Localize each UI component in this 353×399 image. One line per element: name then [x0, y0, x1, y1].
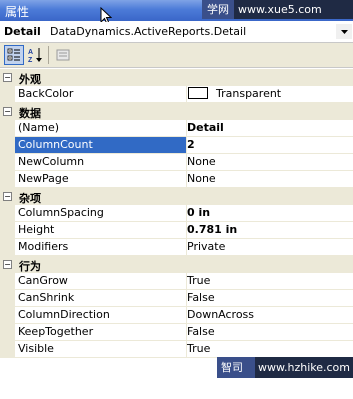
property-name[interactable]: CanGrow	[15, 273, 187, 290]
category-label: 数据	[19, 107, 41, 120]
categorized-button[interactable]	[4, 45, 24, 65]
category-label: 杂项	[19, 192, 41, 205]
property-value[interactable]: True	[184, 273, 353, 290]
property-grid: − 外观 BackColor Transparent − 数据 (Name) D…	[0, 69, 353, 378]
category-row[interactable]: − 外观	[0, 69, 353, 86]
property-row[interactable]: CanGrow True	[0, 273, 353, 290]
property-name[interactable]: Modifiers	[15, 239, 187, 256]
object-name: Detail	[4, 25, 41, 38]
property-name[interactable]: BackColor	[15, 86, 187, 103]
category-label: 行为	[19, 260, 41, 273]
window-title: 属性	[5, 5, 30, 19]
property-row[interactable]: Modifiers Private	[0, 239, 353, 256]
property-name[interactable]: NewColumn	[15, 154, 187, 171]
property-row[interactable]: ColumnDirection DownAcross	[0, 307, 353, 324]
property-toolbar: A Z	[0, 43, 353, 68]
categorized-icon	[7, 48, 20, 61]
alphabetical-icon: A Z	[28, 48, 42, 63]
property-name[interactable]: Height	[15, 222, 187, 239]
category-row[interactable]: − 数据	[0, 103, 353, 120]
property-row[interactable]: NewPage None	[0, 171, 353, 188]
property-value[interactable]: None	[184, 171, 353, 188]
property-row[interactable]: ColumnSpacing 0 in	[0, 205, 353, 222]
property-value[interactable]: False	[184, 324, 353, 341]
property-value[interactable]: 0.781 in	[184, 222, 353, 239]
object-selector[interactable]: Detail DataDynamics.ActiveReports.Detail	[0, 22, 353, 43]
category-row[interactable]: − 杂项	[0, 188, 353, 205]
svg-text:Z: Z	[28, 57, 33, 63]
property-row[interactable]: (Name) Detail	[0, 120, 353, 137]
watermark-url: www.hzhike.com	[258, 361, 350, 374]
property-value[interactable]: True	[184, 341, 353, 358]
dropdown-arrow-icon[interactable]	[336, 24, 352, 39]
property-value[interactable]: Private	[184, 239, 353, 256]
watermark-site: 学网	[202, 0, 234, 19]
property-row[interactable]: CanShrink False	[0, 290, 353, 307]
property-name[interactable]: KeepTogether	[15, 324, 187, 341]
property-row[interactable]: Visible True	[0, 341, 353, 358]
property-value[interactable]: Transparent	[184, 86, 353, 103]
property-value[interactable]: None	[184, 154, 353, 171]
collapse-icon[interactable]: −	[3, 73, 12, 82]
collapse-icon[interactable]: −	[3, 260, 12, 269]
property-pages-icon	[56, 49, 70, 61]
alphabetical-button[interactable]: A Z	[26, 45, 46, 65]
object-type: DataDynamics.ActiveReports.Detail	[50, 25, 247, 38]
collapse-icon[interactable]: −	[3, 107, 12, 116]
property-value[interactable]: Detail	[184, 120, 353, 137]
property-row[interactable]: BackColor Transparent	[0, 86, 353, 103]
property-value-text: Transparent	[216, 87, 282, 100]
property-row-selected[interactable]: ColumnCount 2	[0, 137, 353, 154]
property-value[interactable]: False	[184, 290, 353, 307]
category-row[interactable]: − 行为	[0, 256, 353, 273]
watermark-top: 学网 www.xue5.com	[202, 0, 353, 19]
collapse-icon[interactable]: −	[3, 192, 12, 201]
property-name[interactable]: Visible	[15, 341, 187, 358]
property-name[interactable]: CanShrink	[15, 290, 187, 307]
property-value[interactable]: DownAcross	[184, 307, 353, 324]
property-row[interactable]: NewColumn None	[0, 154, 353, 171]
property-pages-button[interactable]	[53, 45, 73, 65]
property-value[interactable]: 0 in	[184, 205, 353, 222]
watermark-url: www.xue5.com	[238, 3, 322, 16]
property-row[interactable]: KeepTogether False	[0, 324, 353, 341]
property-name[interactable]: ColumnSpacing	[15, 205, 187, 222]
property-row[interactable]: Height 0.781 in	[0, 222, 353, 239]
color-swatch	[188, 87, 208, 99]
category-label: 外观	[19, 73, 41, 86]
property-name[interactable]: NewPage	[15, 171, 187, 188]
property-value[interactable]: 2	[184, 137, 353, 154]
property-name[interactable]: ColumnCount	[15, 137, 187, 154]
svg-text:A: A	[28, 49, 33, 56]
watermark-bottom: 智司网 www.hzhike.com	[217, 357, 353, 395]
watermark-site: 智司网	[217, 357, 255, 395]
property-name[interactable]: (Name)	[15, 120, 187, 137]
property-name[interactable]: ColumnDirection	[15, 307, 187, 324]
toolbar-separator	[48, 46, 49, 64]
